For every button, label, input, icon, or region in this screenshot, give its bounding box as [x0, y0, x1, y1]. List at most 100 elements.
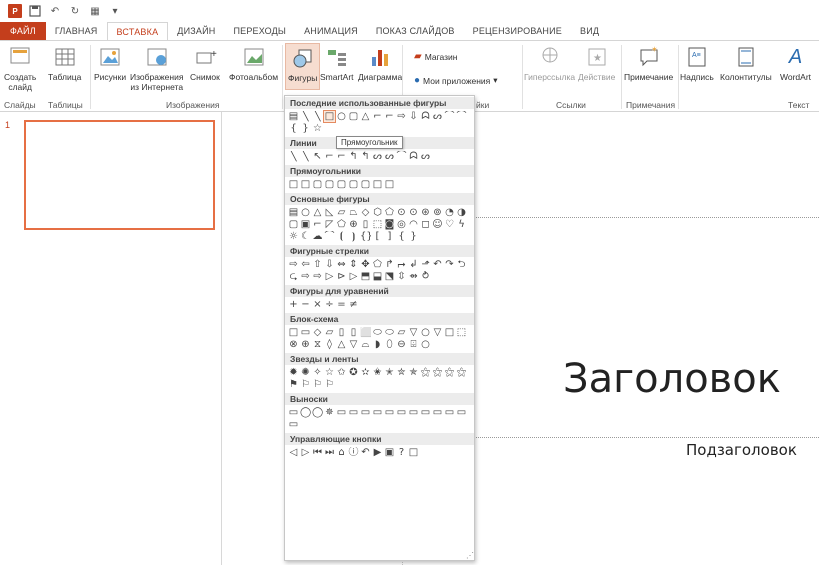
- shape-option-icon[interactable]: ▤: [288, 207, 299, 218]
- shape-option-icon[interactable]: ▢: [288, 219, 299, 230]
- shape-option-icon[interactable]: ⇨: [396, 111, 407, 122]
- shape-option-icon[interactable]: {}: [360, 231, 371, 242]
- shape-option-icon[interactable]: ᔕ: [384, 151, 395, 162]
- online-pictures-button[interactable]: Изображения из Интернета: [130, 45, 183, 92]
- shape-option-icon[interactable]: ▭: [432, 407, 443, 418]
- shape-option-icon[interactable]: ⚐: [312, 379, 323, 390]
- shape-option-icon[interactable]: ▢: [312, 179, 323, 190]
- shape-option-icon[interactable]: ⦗: [336, 231, 347, 242]
- shape-option-icon[interactable]: ᔕ: [372, 151, 383, 162]
- shape-option-icon[interactable]: ⇩: [324, 259, 335, 270]
- shape-option-icon[interactable]: ⬯: [384, 339, 395, 350]
- shape-option-icon[interactable]: ▽: [408, 327, 419, 338]
- shape-option-icon[interactable]: ▶: [372, 447, 383, 458]
- shape-option-icon[interactable]: ▱: [324, 327, 335, 338]
- shape-option-icon[interactable]: ?: [396, 447, 407, 458]
- shape-option-icon[interactable]: ◸: [324, 219, 335, 230]
- shape-option-icon[interactable]: ☾: [300, 231, 311, 242]
- shape-option-icon[interactable]: ⬠: [372, 259, 383, 270]
- shape-option-icon[interactable]: ⌐: [372, 111, 383, 122]
- shape-option-icon[interactable]: □: [444, 327, 455, 338]
- shape-option-icon[interactable]: ✧: [312, 367, 323, 378]
- shape-option-icon[interactable]: {: [288, 123, 299, 134]
- shape-option-icon[interactable]: ⬠: [336, 219, 347, 230]
- new-slide-button[interactable]: Создать слайд: [4, 45, 36, 92]
- photo-album-button[interactable]: Фотоальбом: [229, 45, 278, 82]
- undo-icon[interactable]: ↶: [48, 4, 62, 18]
- shape-option-icon[interactable]: ▢: [348, 111, 359, 122]
- tab-transitions[interactable]: ПЕРЕХОДЫ: [224, 22, 295, 40]
- shape-option-icon[interactable]: ⌹: [408, 339, 419, 350]
- wordart-button[interactable]: A WordArt: [780, 45, 811, 82]
- shape-option-icon[interactable]: ×: [312, 299, 323, 310]
- shape-option-icon[interactable]: ⌐: [324, 151, 335, 162]
- shape-option-icon[interactable]: ⬚: [372, 219, 383, 230]
- shape-option-icon[interactable]: ÷: [324, 299, 335, 310]
- shape-option-icon[interactable]: ⮌: [456, 259, 467, 270]
- shape-option-icon[interactable]: ✵: [324, 407, 335, 418]
- shape-option-icon[interactable]: ○: [300, 207, 311, 218]
- tab-slideshow[interactable]: ПОКАЗ СЛАЙДОВ: [367, 22, 464, 40]
- shape-option-icon[interactable]: ◙: [384, 219, 395, 230]
- shape-option-icon[interactable]: ▭: [288, 407, 299, 418]
- shape-option-icon[interactable]: ⊕: [300, 339, 311, 350]
- store-button[interactable]: ▰ Магазин: [414, 51, 458, 62]
- shape-option-icon[interactable]: ⚝: [444, 367, 455, 378]
- shape-option-icon[interactable]: ϟ: [456, 219, 467, 230]
- shape-option-icon[interactable]: ▱: [336, 207, 347, 218]
- shape-option-icon[interactable]: ↰: [348, 151, 359, 162]
- shape-option-icon[interactable]: }: [300, 123, 311, 134]
- chart-button[interactable]: Диаграмма: [358, 45, 402, 82]
- shape-option-icon[interactable]: ⏮: [312, 447, 323, 458]
- tab-home[interactable]: ГЛАВНАЯ: [46, 22, 107, 40]
- header-footer-button[interactable]: Колонтитулы: [720, 45, 772, 82]
- shape-option-icon[interactable]: −: [300, 299, 311, 310]
- shape-option-icon[interactable]: ⥁: [420, 271, 431, 282]
- shape-option-icon[interactable]: ✬: [372, 367, 383, 378]
- shape-option-icon[interactable]: ]: [384, 231, 395, 242]
- shape-option-icon[interactable]: ╲: [312, 111, 323, 122]
- shape-option-icon[interactable]: △: [312, 207, 323, 218]
- shape-option-icon[interactable]: ⇴: [408, 271, 419, 282]
- shape-option-icon[interactable]: ▣: [300, 219, 311, 230]
- shape-option-icon[interactable]: ▭: [456, 407, 467, 418]
- shape-option-icon[interactable]: ✮: [396, 367, 407, 378]
- shape-option-icon[interactable]: ⇨: [288, 259, 299, 270]
- hyperlink-button[interactable]: Гиперссылка: [524, 45, 575, 82]
- shape-option-icon[interactable]: ⇨: [312, 271, 323, 282]
- tab-design[interactable]: ДИЗАЙН: [168, 22, 224, 40]
- shape-option-icon[interactable]: ✫: [360, 367, 371, 378]
- shape-option-icon[interactable]: ▷: [324, 271, 335, 282]
- shape-option-icon[interactable]: ⇳: [396, 271, 407, 282]
- shape-option-icon[interactable]: ✺: [300, 367, 311, 378]
- shape-option-icon[interactable]: +: [288, 299, 299, 310]
- shape-option-icon[interactable]: ◑: [456, 207, 467, 218]
- shape-option-icon[interactable]: □: [323, 110, 336, 123]
- shape-option-icon[interactable]: ⌐: [384, 111, 395, 122]
- shape-option-icon[interactable]: ⊗: [288, 339, 299, 350]
- shape-option-icon[interactable]: ↖: [312, 151, 323, 162]
- shape-option-icon[interactable]: ⇩: [408, 111, 419, 122]
- shape-option-icon[interactable]: [: [372, 231, 383, 242]
- shape-option-icon[interactable]: ⚝: [456, 367, 467, 378]
- shape-option-icon[interactable]: ⊛: [420, 207, 431, 218]
- shape-option-icon[interactable]: ╲: [288, 151, 299, 162]
- shape-option-icon[interactable]: ⇨: [300, 271, 311, 282]
- shapes-button[interactable]: Фигуры: [285, 43, 321, 90]
- shape-option-icon[interactable]: ✪: [348, 367, 359, 378]
- shape-option-icon[interactable]: ✭: [384, 367, 395, 378]
- shape-option-icon[interactable]: ᗣ: [408, 151, 419, 162]
- shape-option-icon[interactable]: ▭: [408, 407, 419, 418]
- shape-option-icon[interactable]: ⏢: [348, 207, 359, 218]
- shape-option-icon[interactable]: ↷: [444, 259, 455, 270]
- shape-option-icon[interactable]: ↶: [432, 259, 443, 270]
- shape-option-icon[interactable]: ⇔: [336, 259, 347, 270]
- shape-option-icon[interactable]: ✯: [408, 367, 419, 378]
- shape-option-icon[interactable]: ⬏: [420, 259, 431, 270]
- shape-option-icon[interactable]: □: [288, 327, 299, 338]
- shape-option-icon[interactable]: ◠: [408, 219, 419, 230]
- shape-option-icon[interactable]: ◎: [396, 219, 407, 230]
- slide-subtitle-placeholder[interactable]: Подзаголовок: [686, 441, 797, 459]
- shape-option-icon[interactable]: ↰: [360, 151, 371, 162]
- shape-option-icon[interactable]: ⬠: [384, 207, 395, 218]
